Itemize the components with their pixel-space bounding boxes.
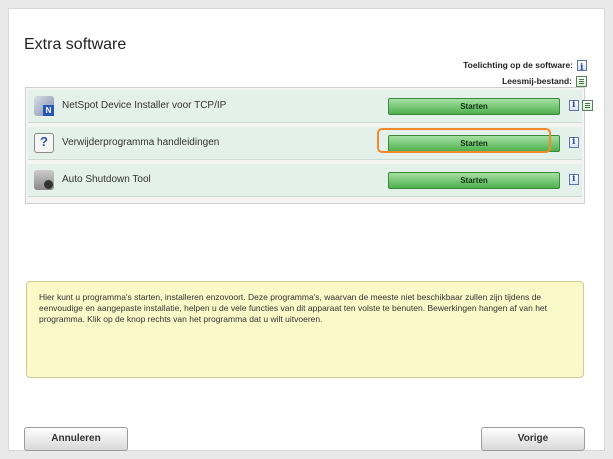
item-label: NetSpot Device Installer voor TCP/IP [62,100,227,111]
info-icon [577,59,587,76]
item-help-icons [569,100,593,111]
list-item: NetSpot Device Installer voor TCP/IP Sta… [28,90,593,123]
readme-icon[interactable] [582,100,593,111]
start-button[interactable]: Starten [388,98,560,115]
netspot-icon [34,96,54,116]
dialog-title: Extra software [24,36,127,53]
legend-explanation-label: Toelichting op de software: [463,60,573,70]
item-label: Verwijderprogramma handleidingen [62,137,220,148]
info-icon[interactable] [569,174,579,185]
item-help-icons [569,137,579,148]
readme-icon [576,75,587,87]
list-item: Auto Shutdown Tool Starten [28,164,582,197]
description-box: Hier kunt u programma's starten, install… [26,281,584,378]
item-help-icons [569,174,579,185]
legend: Toelichting op de software: Leesmij-best… [463,57,587,89]
previous-button[interactable]: Vorige [481,427,585,451]
info-icon[interactable] [569,100,579,111]
cancel-button[interactable]: Annuleren [24,427,128,451]
legend-explanation: Toelichting op de software: [463,57,587,76]
item-label: Auto Shutdown Tool [62,174,151,185]
start-button[interactable]: Starten [388,172,560,189]
highlight-outline [377,128,551,153]
uninstaller-icon [34,133,54,153]
info-icon[interactable] [569,137,579,148]
shutdown-tool-icon [34,170,54,190]
